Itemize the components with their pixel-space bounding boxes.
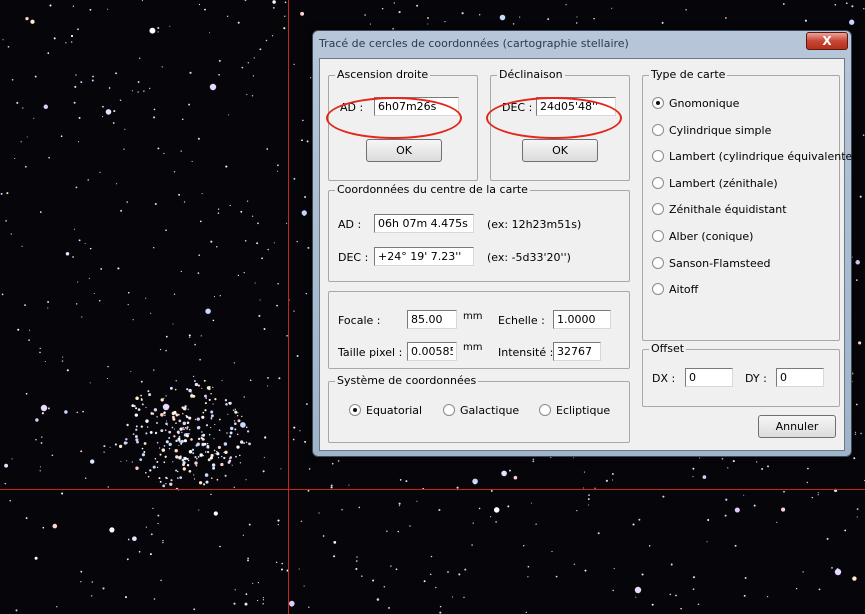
offset-dy-input[interactable]	[776, 368, 824, 387]
type_carte-option-cylindrique-simple[interactable]: Cylindrique simple	[652, 123, 772, 137]
centre-ad-label: AD :	[338, 218, 362, 231]
centre-dec-input[interactable]	[374, 247, 474, 266]
focale-unit: mm	[463, 311, 483, 322]
radio-label: Zénithale équidistant	[669, 203, 787, 217]
centre-coordinates-group: Coordonnées du centre de la carte AD : (…	[328, 183, 630, 282]
focale-input[interactable]	[407, 310, 457, 329]
dialog-client-area: Ascension droite AD : OK Déclinaison DEC…	[319, 58, 857, 451]
focale-label: Focale :	[338, 314, 381, 327]
echelle-input[interactable]	[553, 310, 611, 329]
coordinate-system-group: Système de coordonnées Equatorial Galacti…	[328, 374, 630, 443]
ascension-ok-button[interactable]: OK	[366, 139, 442, 162]
radio-icon[interactable]	[652, 283, 664, 296]
systeme-option-ecliptique[interactable]: Ecliptique	[539, 404, 610, 417]
coordinate-circle-horizontal-line	[0, 489, 865, 490]
offset-dx-input[interactable]	[685, 368, 733, 387]
intensite-label: Intensité :	[498, 346, 554, 359]
coordinate-circles-dialog: Tracé de cercles de coordonnées (cartogr…	[312, 30, 857, 457]
intensite-input[interactable]	[553, 342, 601, 361]
systeme-option-galactique[interactable]: Galactique	[443, 404, 519, 417]
centre-coordinates-legend: Coordonnées du centre de la carte	[335, 183, 530, 196]
radio-icon[interactable]	[652, 176, 664, 189]
centre-ad-example: (ex: 12h23m51s)	[487, 218, 582, 231]
type_carte-option-aitoff[interactable]: Aitoff	[652, 283, 698, 296]
radio-label: Ecliptique	[556, 404, 611, 417]
radio-label: Gnomonique	[669, 97, 740, 110]
radio-icon[interactable]	[652, 230, 664, 242]
type_carte-option-lambert-cylindrique-quivalente[interactable]: Lambert (cylindrique équivalente)	[652, 150, 857, 163]
centre-ad-input[interactable]	[374, 214, 474, 233]
radio-label: Lambert (zénithale)	[669, 176, 778, 190]
radio-icon[interactable]	[539, 404, 551, 416]
radio-label: Alber (conique)	[669, 230, 754, 243]
echelle-label: Echelle :	[498, 314, 545, 327]
taille-pixel-label: Taille pixel :	[338, 346, 403, 359]
radio-icon[interactable]	[349, 404, 361, 416]
offset-group: Offset DX : DY :	[642, 342, 840, 407]
dialog-title: Tracé de cercles de coordonnées (cartogr…	[319, 37, 629, 50]
declinaison-ok-button[interactable]: OK	[522, 139, 598, 162]
radio-label: Sanson-Flamsteed	[669, 256, 771, 270]
radio-icon[interactable]	[652, 256, 664, 269]
radio-label: Galactique	[460, 404, 520, 417]
map-type-group: Type de carte Gnomonique Cylindrique simp…	[642, 68, 857, 341]
offset-dy-label: DY :	[745, 372, 767, 385]
radio-label: Aitoff	[669, 283, 699, 297]
type_carte-option-z-nithale-quidistant[interactable]: Zénithale équidistant	[652, 203, 787, 216]
radio-label: Cylindrique simple	[669, 123, 772, 137]
dialog-title-bar[interactable]: Tracé de cercles de coordonnées (cartogr…	[313, 31, 851, 55]
radio-icon[interactable]	[652, 123, 664, 136]
coordinate-system-legend: Système de coordonnées	[335, 374, 479, 387]
dec-highlight-circle	[486, 97, 622, 139]
ad-highlight-circle	[326, 97, 462, 139]
ascension-droite-legend: Ascension droite	[335, 68, 431, 81]
optics-group: Focale : mm Echelle : Taille pixel : mm …	[328, 291, 630, 369]
centre-dec-example: (ex: -5d33'20'')	[487, 251, 571, 264]
type_carte-option-alber-conique[interactable]: Alber (conique)	[652, 230, 753, 243]
radio-icon[interactable]	[652, 97, 664, 109]
offset-legend: Offset	[649, 342, 687, 355]
radio-label: Lambert (cylindrique équivalente)	[669, 150, 857, 164]
type_carte-option-lambert-z-nithale[interactable]: Lambert (zénithale)	[652, 176, 778, 190]
coordinate-circle-vertical-line	[288, 0, 289, 614]
close-button[interactable]: X	[806, 32, 848, 50]
radio-icon[interactable]	[652, 150, 664, 163]
radio-label: Equatorial	[366, 404, 423, 417]
pixel-unit: mm	[463, 342, 483, 353]
annuler-button[interactable]: Annuler	[758, 415, 836, 438]
radio-icon[interactable]	[443, 404, 455, 416]
type_carte-option-gnomonique[interactable]: Gnomonique	[652, 97, 739, 110]
type_carte-option-sanson-flamsteed[interactable]: Sanson-Flamsteed	[652, 256, 771, 270]
radio-icon[interactable]	[652, 203, 664, 216]
centre-dec-label: DEC :	[338, 251, 369, 264]
offset-dx-label: DX :	[652, 372, 676, 385]
systeme-option-equatorial[interactable]: Equatorial	[349, 404, 422, 417]
declinaison-legend: Déclinaison	[497, 68, 565, 81]
map-type-legend: Type de carte	[649, 68, 728, 81]
taille-pixel-input[interactable]	[407, 342, 457, 361]
